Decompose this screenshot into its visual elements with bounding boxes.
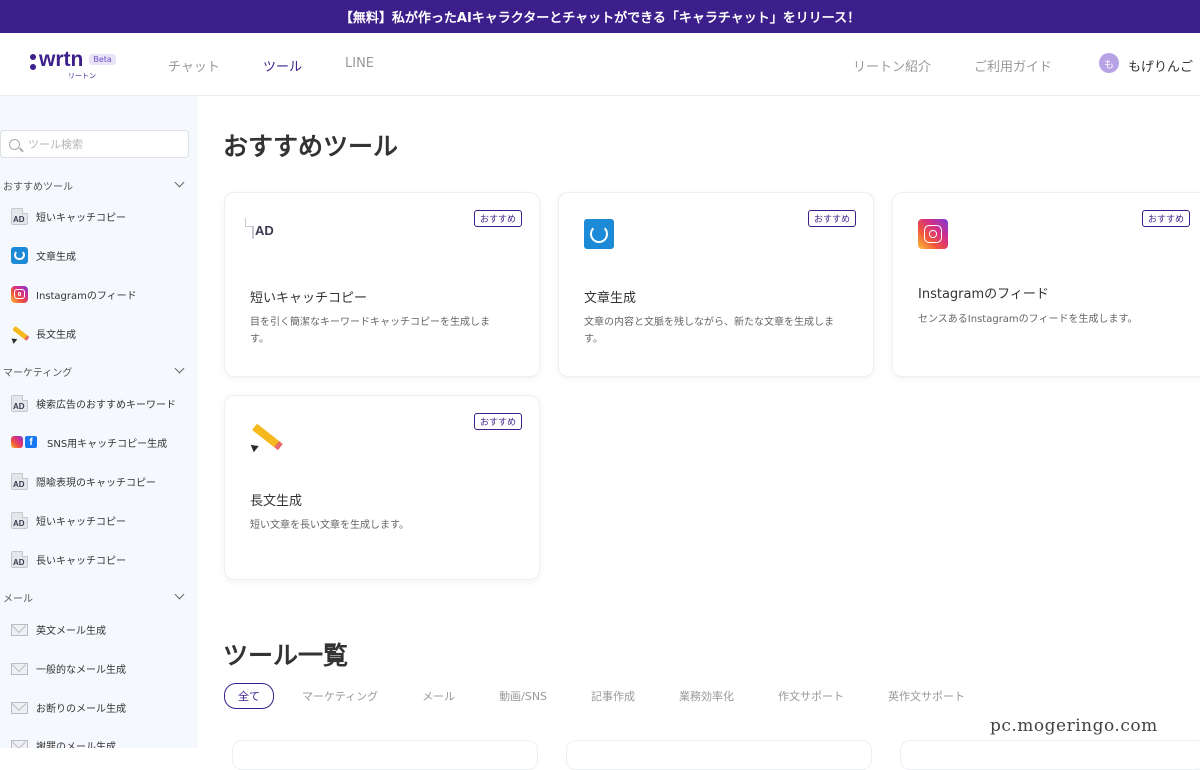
filter-efficiency[interactable]: 業務効率化	[679, 688, 734, 704]
sync-icon	[584, 219, 614, 249]
nav-tools[interactable]: ツール	[263, 56, 302, 75]
mail-icon	[11, 702, 28, 714]
ad-icon: AD	[11, 511, 28, 529]
card-title: 文章生成	[584, 291, 637, 306]
instagram-icon	[918, 219, 948, 249]
card-title: 長文生成	[250, 494, 303, 509]
mail-icon	[11, 624, 28, 636]
instagram-icon	[11, 285, 28, 303]
sidebar-item[interactable]: 謝罪のメール生成	[11, 735, 116, 748]
sidebar-item[interactable]: 文章生成	[11, 245, 76, 265]
sidebar-section-mail[interactable]: メール	[3, 589, 185, 605]
wrtn-logo[interactable]: wrtn リートン Beta	[30, 48, 116, 80]
tool-card[interactable]	[232, 740, 538, 770]
banner-text: 【無料】私が作ったAIキャラクターとチャットができる「キャラチャット」をリリース…	[339, 11, 861, 26]
recommended-badge: おすすめ	[1141, 210, 1190, 227]
ad-icon: AD	[11, 472, 28, 490]
filter-writing-support[interactable]: 作文サポート	[778, 688, 844, 704]
card-title: 短いキャッチコピー	[250, 291, 368, 306]
category-filters: 全て マーケティング メール 動画/SNS 記事作成 業務効率化 作文サポート …	[224, 683, 1009, 709]
logo-subtext: リートン	[68, 72, 96, 80]
search-icon	[9, 138, 20, 150]
sidebar-item[interactable]: 一般的なメール生成	[11, 658, 126, 678]
sidebar-item[interactable]: f SNS用キャッチコピー生成	[11, 432, 167, 452]
filter-english-writing[interactable]: 英作文サポート	[888, 688, 965, 704]
sidebar-item[interactable]: 長文生成	[11, 323, 76, 343]
sidebar-item[interactable]: お断りのメール生成	[11, 697, 126, 717]
card-description: 目を引く簡潔なキーワードキャッチコピーを生成しま す。	[250, 317, 490, 345]
nav-line[interactable]: LINE	[345, 56, 374, 71]
tool-card[interactable]	[900, 740, 1200, 770]
announcement-banner[interactable]: 【無料】私が作ったAIキャラクターとチャットができる「キャラチャット」をリリース…	[0, 0, 1200, 33]
tool-card[interactable]: おすすめ 文章生成 文章の内容と文脈を残しながら、新たな文章を生成しま す。	[558, 192, 874, 377]
beta-badge: Beta	[89, 54, 116, 65]
user-name[interactable]: もげりんご	[1128, 56, 1193, 75]
card-title: Instagramのフィード	[918, 287, 1049, 302]
mail-icon	[11, 740, 28, 748]
ad-icon: AD	[11, 394, 28, 412]
chevron-down-icon	[174, 177, 185, 188]
tool-card[interactable]	[566, 740, 872, 770]
card-description: 短い文章を長い文章を生成します。	[250, 520, 409, 531]
watermark: pc.mogeringo.com	[990, 716, 1158, 736]
sns-icon: f	[11, 434, 39, 451]
filter-mail[interactable]: メール	[422, 688, 455, 704]
tool-list-title: ツール一覧	[223, 641, 349, 670]
card-description: 文章の内容と文脈を残しながら、新たな文章を生成しま す。	[584, 317, 834, 345]
guide-link[interactable]: ご利用ガイド	[974, 56, 1052, 75]
tool-card[interactable]: おすすめ AD 短いキャッチコピー 目を引く簡潔なキーワードキャッチコピーを生成…	[224, 192, 540, 377]
ad-icon: AD	[11, 550, 28, 568]
tool-card[interactable]: おすすめ Instagramのフィード センスあるInstagramのフィードを…	[892, 192, 1200, 377]
card-description: センスあるInstagramのフィードを生成します。	[918, 314, 1138, 325]
recommended-badge: おすすめ	[473, 413, 522, 430]
chevron-down-icon	[174, 363, 185, 374]
tool-search-input[interactable]: ツール検索	[0, 130, 189, 158]
sidebar-item[interactable]: 英文メール生成	[11, 619, 106, 639]
sidebar-section-marketing[interactable]: マーケティング	[3, 363, 185, 379]
sidebar-item[interactable]: AD 隠喩表現のキャッチコピー	[11, 471, 156, 491]
avatar[interactable]: も	[1099, 53, 1119, 73]
filter-all[interactable]: 全て	[224, 683, 274, 709]
search-placeholder: ツール検索	[28, 138, 83, 151]
logo-text: wrtn	[39, 48, 84, 71]
mail-icon	[11, 663, 28, 675]
chevron-down-icon	[174, 589, 185, 600]
sync-icon	[11, 246, 28, 264]
recommended-title: おすすめツール	[223, 132, 399, 161]
ad-icon: AD	[11, 207, 28, 225]
sidebar-item[interactable]: Instagramのフィード	[11, 284, 137, 304]
top-header: wrtn リートン Beta チャット ツール LINE リートン紹介 ご利用ガ…	[0, 33, 1200, 96]
recommended-badge: おすすめ	[807, 210, 856, 227]
filter-marketing[interactable]: マーケティング	[302, 688, 378, 704]
sidebar-item[interactable]: AD 検索広告のおすすめキーワード	[11, 393, 176, 413]
sidebar: ツール検索 おすすめツール AD 短いキャッチコピー 文章生成 Instagra…	[0, 96, 198, 748]
ad-icon: AD	[252, 218, 274, 239]
filter-article[interactable]: 記事作成	[591, 688, 635, 704]
sidebar-item[interactable]: AD 短いキャッチコピー	[11, 206, 126, 226]
sidebar-section-recommended[interactable]: おすすめツール	[3, 177, 185, 193]
sidebar-item[interactable]: AD 短いキャッチコピー	[11, 510, 126, 530]
logo-dots-icon	[30, 54, 36, 70]
filter-video-sns[interactable]: 動画/SNS	[499, 688, 547, 704]
about-link[interactable]: リートン紹介	[853, 56, 931, 75]
tool-card[interactable]: おすすめ 長文生成 短い文章を長い文章を生成します。	[224, 395, 540, 580]
pencil-icon	[11, 325, 28, 342]
nav-chat[interactable]: チャット	[168, 56, 220, 75]
pencil-icon	[250, 422, 280, 452]
sidebar-item[interactable]: AD 長いキャッチコピー	[11, 549, 126, 569]
recommended-badge: おすすめ	[473, 210, 522, 227]
